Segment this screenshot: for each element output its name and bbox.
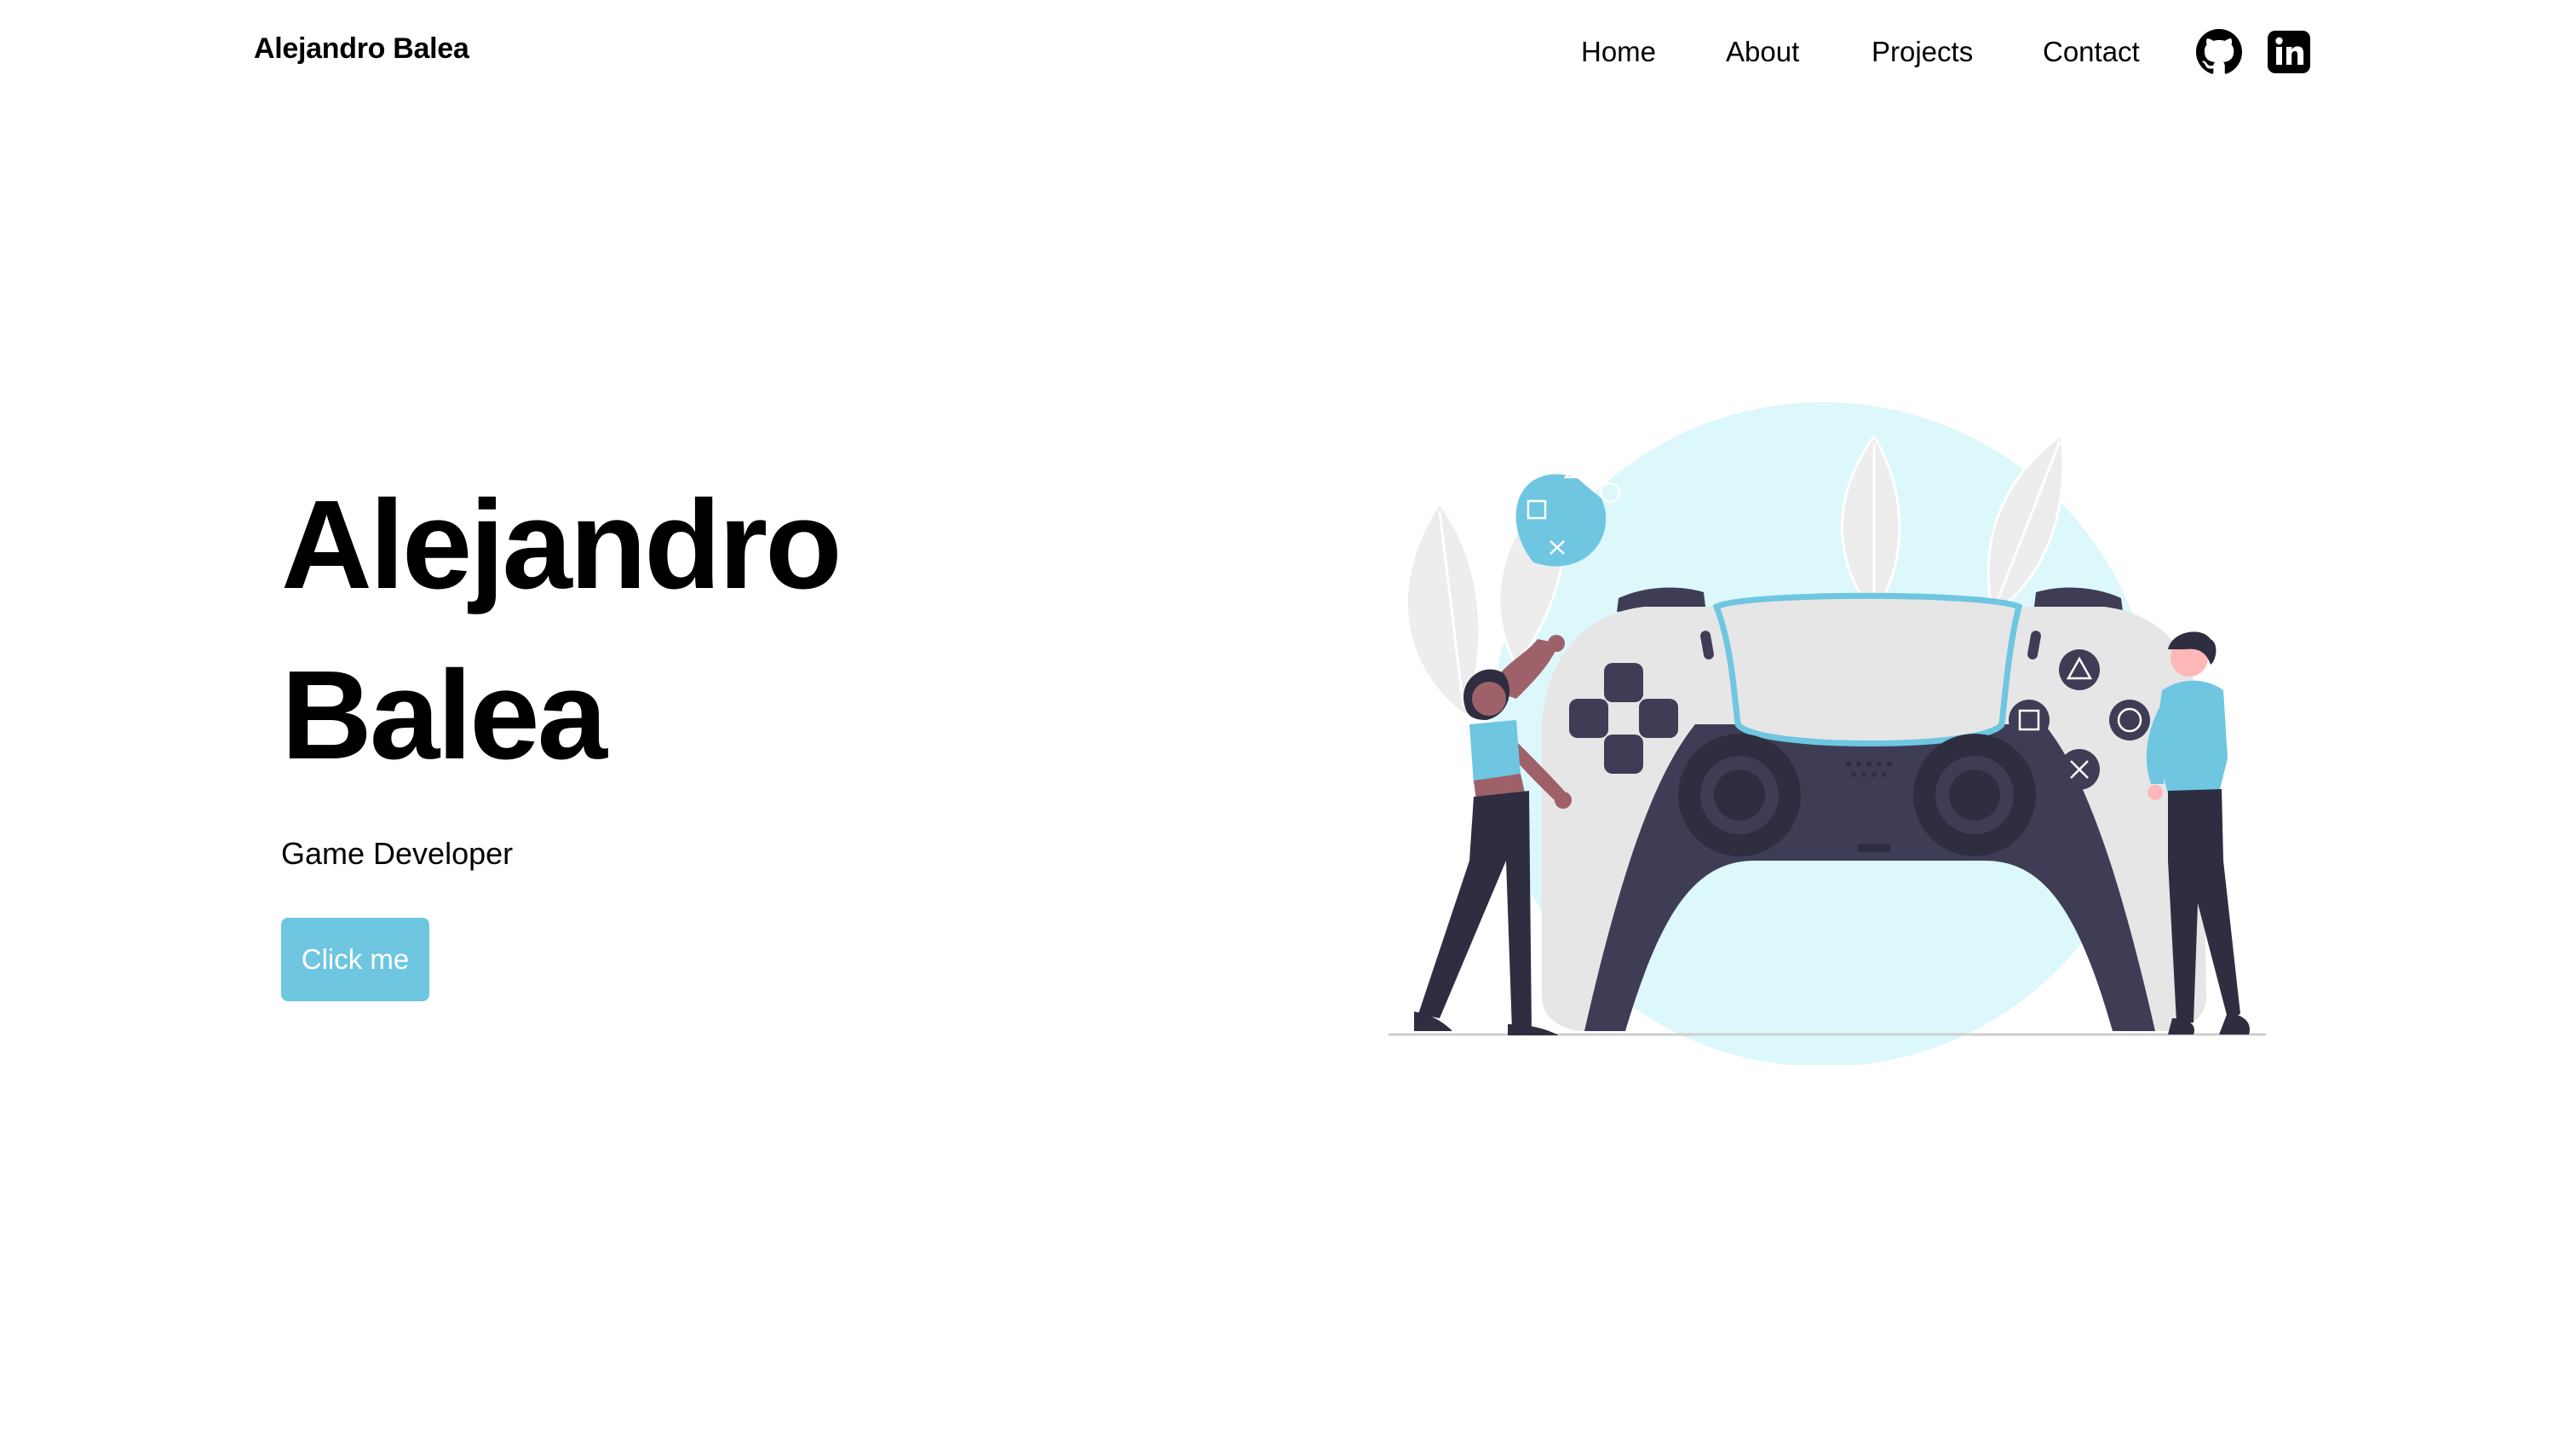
nav-link-about[interactable]: About [1726, 32, 1799, 72]
linkedin-link[interactable] [2266, 29, 2312, 75]
gamepad-illustration [1389, 402, 2266, 1065]
hero-subtitle: Game Developer [281, 836, 514, 871]
hero-title: Alejandro Balea [281, 460, 1048, 801]
hero-title-line-2: Balea [281, 645, 607, 786]
nav-link-projects[interactable]: Projects [1872, 32, 1973, 72]
nav-link-home[interactable]: Home [1581, 32, 1656, 72]
github-link[interactable] [2196, 29, 2242, 75]
linkedin-icon [2268, 31, 2310, 73]
click-me-button[interactable]: Click me [281, 918, 429, 1001]
github-icon [2196, 29, 2242, 74]
page: Alejandro Balea Home About Projects Cont… [0, 0, 2576, 1435]
nav-links: Home About Projects Contact [0, 32, 2576, 73]
nav-link-contact[interactable]: Contact [2043, 32, 2140, 72]
hero-title-line-1: Alejandro [281, 475, 842, 615]
navbar: Alejandro Balea Home About Projects Cont… [0, 0, 2576, 102]
